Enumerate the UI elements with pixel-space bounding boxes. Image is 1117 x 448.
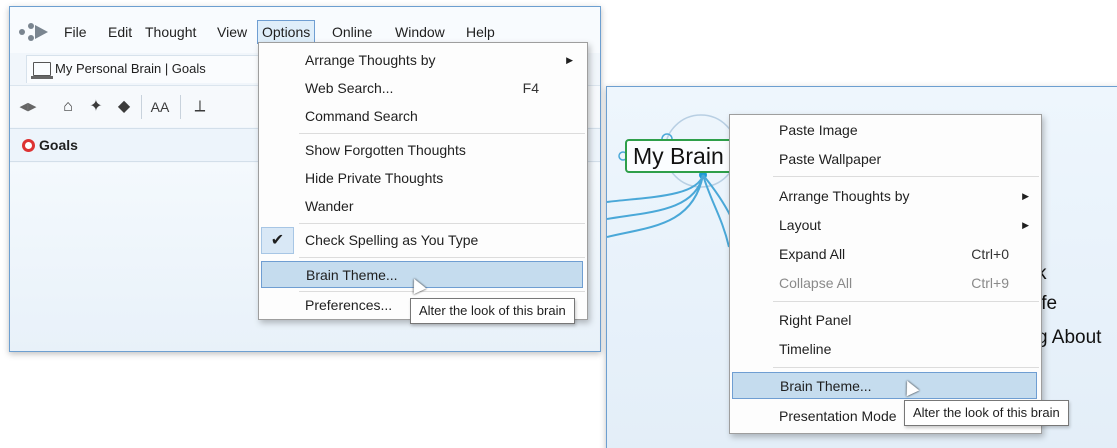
menu-item-label: Brain Theme... — [780, 378, 872, 394]
breadcrumb-goals[interactable]: Goals — [39, 137, 78, 153]
menu-item-label: Right Panel — [779, 312, 852, 328]
home-icon[interactable]: ⌂ — [58, 97, 78, 117]
menu-item-label: Show Forgotten Thoughts — [305, 142, 466, 158]
brain-tab[interactable]: My Personal Brain | Goals — [26, 55, 266, 83]
menu-item-label: Collapse All — [779, 275, 853, 291]
menu-online[interactable]: Online — [328, 22, 376, 42]
menu-item-label: Paste Wallpaper — [779, 151, 882, 167]
menu-item-label: Check Spelling as You Type — [305, 232, 479, 248]
menu-edit[interactable]: Edit — [104, 22, 136, 42]
thought-label: My Brain — [633, 143, 724, 169]
menu-options[interactable]: Options — [257, 20, 316, 44]
tooltip: Alter the look of this brain — [410, 298, 575, 324]
back-forward-icon[interactable]: ◀▶ — [18, 97, 38, 117]
options-menu: Arrange Thoughts by ▶ Web Search... F4 C… — [258, 42, 588, 320]
laptop-icon — [31, 62, 53, 79]
menu-item-label: Presentation Mode — [779, 408, 897, 424]
shortcut-label: Ctrl+9 — [971, 275, 1009, 291]
menu-item-label: Brain Theme... — [306, 267, 398, 283]
menu-item-brain-theme[interactable]: Brain Theme... — [732, 372, 1037, 399]
menu-item-check-spelling[interactable]: ✔ Check Spelling as You Type — [259, 227, 587, 254]
menu-file[interactable]: File — [60, 22, 91, 42]
goal-target-icon — [22, 139, 35, 152]
menu-item-web-search[interactable]: Web Search... F4 — [259, 75, 587, 102]
submenu-arrow-icon: ▶ — [1022, 191, 1029, 201]
menu-item-expand-all[interactable]: Expand All Ctrl+0 — [730, 241, 1041, 268]
menu-item-label: Hide Private Thoughts — [305, 170, 444, 186]
menu-separator — [773, 301, 1039, 302]
menu-item-paste-wallpaper[interactable]: Paste Wallpaper — [730, 146, 1041, 173]
menu-item-label: Expand All — [779, 246, 846, 262]
shortcut-label: F4 — [522, 80, 539, 96]
menu-item-label: Timeline — [779, 341, 832, 357]
menu-separator — [299, 257, 585, 258]
menu-help[interactable]: Help — [462, 22, 499, 42]
menu-separator — [299, 223, 585, 224]
submenu-arrow-icon: ▶ — [566, 55, 573, 65]
menu-separator — [299, 133, 585, 134]
menu-item-timeline[interactable]: Timeline — [730, 336, 1041, 363]
menu-item-label: Arrange Thoughts by — [779, 188, 910, 204]
menu-thought[interactable]: Thought — [141, 22, 200, 42]
menu-item-wander[interactable]: Wander — [259, 193, 587, 220]
menu-item-label: Command Search — [305, 108, 418, 124]
menu-item-show-forgotten[interactable]: Show Forgotten Thoughts — [259, 137, 587, 164]
menu-view[interactable]: View — [213, 22, 251, 42]
submenu-arrow-icon: ▶ — [1022, 220, 1029, 230]
menu-separator — [773, 367, 1039, 368]
toolbar-separator — [180, 95, 181, 119]
menu-item-label: Preferences... — [305, 297, 393, 313]
layout-icon[interactable]: ⟂ — [190, 97, 210, 117]
menu-item-label: Wander — [305, 198, 354, 214]
thought-context-menu: Paste Image Paste Wallpaper Arrange Thou… — [729, 114, 1042, 434]
menu-separator — [773, 176, 1039, 177]
menu-item-label: Arrange Thoughts by — [305, 52, 436, 68]
shortcut-label: Ctrl+0 — [971, 246, 1009, 262]
menu-item-label: Layout — [779, 217, 822, 233]
pins-icon[interactable]: ✦ — [86, 97, 106, 117]
menu-item-right-panel[interactable]: Right Panel — [730, 307, 1041, 334]
menu-item-collapse-all: Collapse All Ctrl+9 — [730, 270, 1041, 297]
toolbar-separator — [141, 95, 142, 119]
menu-item-layout[interactable]: Layout ▶ — [730, 212, 1041, 239]
menu-window[interactable]: Window — [391, 22, 449, 42]
menu-item-label: Paste Image — [779, 122, 858, 138]
tag-icon[interactable]: ◆ — [114, 97, 134, 117]
menu-item-label: Web Search... — [305, 80, 394, 96]
menu-item-arrange-thoughts[interactable]: Arrange Thoughts by ▶ — [730, 183, 1041, 210]
menu-item-paste-image[interactable]: Paste Image — [730, 117, 1041, 144]
thought-label-partial[interactable]: g About — [1037, 327, 1101, 349]
menu-item-arrange-thoughts[interactable]: Arrange Thoughts by ▶ — [259, 47, 587, 74]
menu-item-hide-private[interactable]: Hide Private Thoughts — [259, 165, 587, 192]
checkmark-icon: ✔ — [261, 227, 294, 254]
tooltip: Alter the look of this brain — [904, 400, 1069, 426]
thebrain-logo-icon — [19, 23, 48, 41]
font-size-button[interactable]: AA — [150, 97, 170, 117]
tab-title: My Personal Brain | Goals — [55, 61, 206, 76]
menu-item-command-search[interactable]: Command Search — [259, 103, 587, 130]
